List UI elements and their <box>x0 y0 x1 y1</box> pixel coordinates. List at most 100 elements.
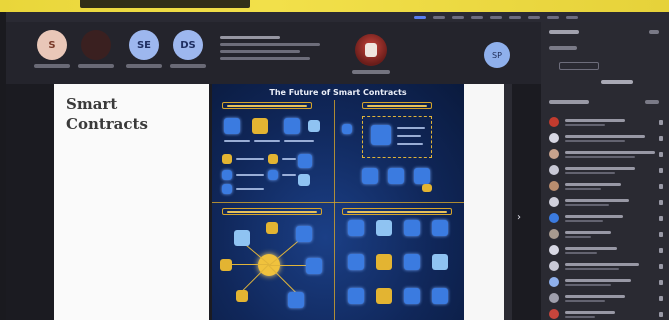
participant-row[interactable] <box>549 244 663 258</box>
section-count <box>645 100 659 104</box>
mic-icon <box>659 120 663 125</box>
search-input[interactable] <box>549 46 577 50</box>
infographic-divider <box>212 202 464 203</box>
avatar <box>549 229 559 239</box>
infographic-text <box>282 174 296 176</box>
hub-spoke <box>269 265 309 266</box>
bullet-icon <box>268 154 278 164</box>
participant-row[interactable] <box>549 276 663 290</box>
bullet-icon <box>222 184 232 194</box>
infographic-text <box>397 143 423 145</box>
avatar <box>549 245 559 255</box>
server-icon <box>362 168 378 184</box>
search-field-box[interactable] <box>559 62 599 70</box>
participant-name <box>565 295 625 298</box>
participant-subtitle <box>565 268 619 270</box>
participant-subtitle <box>565 172 615 174</box>
participant-row[interactable] <box>549 196 663 210</box>
infographic-text <box>224 140 250 142</box>
participant-row[interactable] <box>549 180 663 194</box>
mic-icon <box>659 216 663 221</box>
participant-tile-1[interactable]: S <box>34 30 70 70</box>
chevron-right-icon[interactable]: › <box>517 212 521 223</box>
app-icon <box>432 288 448 304</box>
participant-name <box>565 151 655 154</box>
tab-people-icon[interactable] <box>433 15 445 19</box>
meeting-title-line <box>220 36 280 39</box>
platform-icon <box>371 125 391 145</box>
participant-tile-3[interactable]: SE <box>126 30 162 70</box>
active-speaker-tile[interactable] <box>352 34 390 74</box>
participant-name <box>565 135 645 138</box>
section-header-top-right <box>362 102 432 109</box>
participant-name <box>565 247 617 250</box>
share-button[interactable]: SP <box>484 42 510 68</box>
node-icon <box>296 226 312 242</box>
tab-share-icon[interactable] <box>566 15 578 19</box>
participant-subtitle <box>565 284 611 286</box>
chain-icon <box>284 118 300 134</box>
bullet-icon <box>298 174 310 186</box>
participant-row[interactable] <box>549 132 663 146</box>
coin-icon <box>422 184 432 192</box>
arrow-icon <box>342 124 352 134</box>
app-icon <box>348 220 364 236</box>
participant-subtitle <box>565 220 603 222</box>
meeting-info-line <box>220 57 310 60</box>
app-icon <box>376 254 392 270</box>
participant-tile-2[interactable] <box>78 30 114 70</box>
bullet-icon <box>298 154 312 168</box>
highlight-box <box>362 116 432 158</box>
tab-mic-icon[interactable] <box>547 15 559 19</box>
slide-panel-right <box>464 84 504 320</box>
close-icon[interactable] <box>649 30 659 34</box>
app-icon <box>348 288 364 304</box>
participant-tile-4[interactable]: DS <box>170 30 206 70</box>
shield-icon <box>308 120 320 132</box>
app-icon <box>404 254 420 270</box>
participant-row[interactable] <box>549 228 663 242</box>
infographic-title: The Future of Smart Contracts <box>269 88 407 97</box>
avatar <box>549 213 559 223</box>
server-icon <box>414 168 430 184</box>
participant-name <box>565 119 625 122</box>
participant-row[interactable] <box>549 260 663 274</box>
participant-row[interactable] <box>549 148 663 162</box>
sidebar-header <box>549 30 579 34</box>
avatar <box>549 261 559 271</box>
participant-row[interactable] <box>549 116 663 130</box>
avatar <box>549 309 559 319</box>
participant-name <box>565 215 623 218</box>
avatar <box>549 277 559 287</box>
sidebar-tab[interactable] <box>601 80 633 84</box>
bullet-icon <box>268 170 278 180</box>
participant-row[interactable] <box>549 292 663 306</box>
participant-avatar: SE <box>129 30 159 60</box>
participant-subtitle <box>565 316 595 318</box>
tab-view-icon[interactable] <box>490 15 502 19</box>
participant-avatar <box>81 30 111 60</box>
participant-name <box>565 263 639 266</box>
tab-reactions-icon[interactable] <box>471 15 483 19</box>
participant-row[interactable] <box>549 164 663 178</box>
mic-icon <box>659 136 663 141</box>
tab-more-icon[interactable] <box>509 15 521 19</box>
section-header-bottom-right <box>342 208 452 215</box>
meeting-info <box>220 36 330 72</box>
app-icon <box>348 254 364 270</box>
participant-avatar: DS <box>173 30 203 60</box>
tab-chat-icon[interactable] <box>414 15 426 19</box>
node-icon <box>306 258 322 274</box>
tab-raise-hand-icon[interactable] <box>452 15 464 19</box>
participant-subtitle <box>565 236 591 238</box>
slide-edge <box>504 84 512 320</box>
participant-row[interactable] <box>549 212 663 226</box>
node-icon <box>288 292 304 308</box>
avatar <box>549 117 559 127</box>
infographic-text <box>236 174 264 176</box>
tab-camera-icon[interactable] <box>528 15 540 19</box>
app-icon <box>376 288 392 304</box>
participant-row[interactable] <box>549 308 663 320</box>
mic-icon <box>659 184 663 189</box>
meeting-controls: S SE DS SP <box>6 22 541 84</box>
